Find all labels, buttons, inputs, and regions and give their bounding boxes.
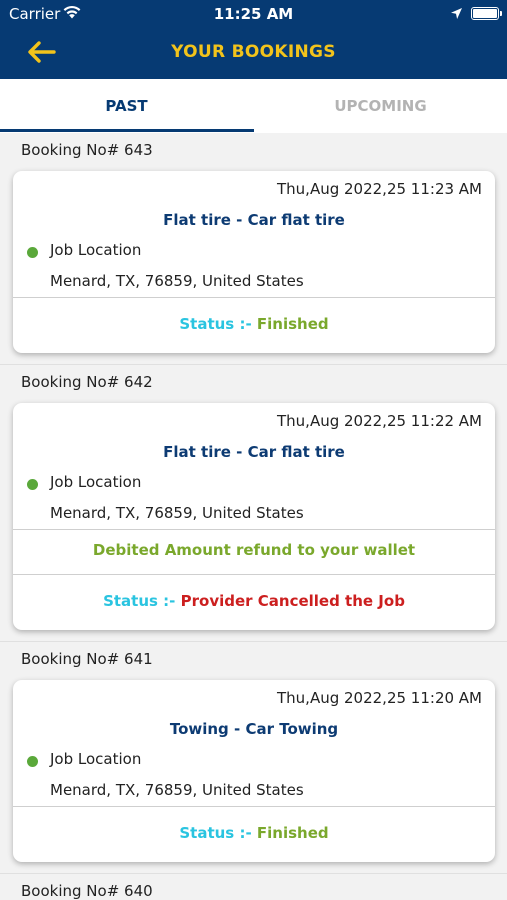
- booking-card[interactable]: Thu,Aug 2022,25 11:23 AM Flat tire - Car…: [13, 171, 495, 353]
- location-dot-icon: [27, 756, 38, 767]
- status-line: Status :- Finished: [13, 824, 495, 842]
- location-arrow-icon: [450, 6, 463, 24]
- list-separator: [0, 641, 507, 642]
- job-location-label: Job Location: [50, 241, 142, 259]
- booking-date: Thu,Aug 2022,25 11:20 AM: [277, 689, 482, 707]
- job-location-label: Job Location: [50, 473, 142, 491]
- page-title: YOUR BOOKINGS: [171, 42, 336, 62]
- list-separator: [0, 364, 507, 365]
- refund-note: Debited Amount refund to your wallet: [92, 541, 416, 559]
- booking-date: Thu,Aug 2022,25 11:22 AM: [277, 412, 482, 430]
- divider: [13, 574, 495, 575]
- status-bar: Carrier 11:25 AM: [0, 0, 507, 28]
- status-value: Finished: [256, 315, 329, 333]
- status-label: Status :-: [179, 315, 252, 333]
- service-title: Towing - Car Towing: [169, 720, 339, 738]
- booking-date: Thu,Aug 2022,25 11:23 AM: [277, 180, 482, 198]
- booking-number: Booking No# 642: [21, 373, 153, 391]
- location-dot-icon: [27, 247, 38, 258]
- status-line: Status :- Finished: [13, 315, 495, 333]
- divider: [13, 806, 495, 807]
- status-label: Status :-: [179, 824, 252, 842]
- tab-past[interactable]: PAST: [0, 79, 253, 133]
- tab-bar: PAST UPCOMING: [0, 79, 507, 133]
- booking-number: Booking No# 640: [21, 882, 153, 900]
- status-label: Status :-: [103, 592, 176, 610]
- battery-icon: [471, 7, 502, 20]
- booking-card[interactable]: Thu,Aug 2022,25 11:20 AM Towing - Car To…: [13, 680, 495, 862]
- divider: [13, 297, 495, 298]
- job-address: Menard, TX, 76859, United States: [50, 504, 304, 522]
- booking-card[interactable]: Thu,Aug 2022,25 11:22 AM Flat tire - Car…: [13, 403, 495, 630]
- divider: [13, 529, 495, 530]
- service-title: Flat tire - Car flat tire: [163, 211, 345, 229]
- status-value: Finished: [256, 824, 329, 842]
- list-separator: [0, 873, 507, 874]
- status-line: Status :- Provider Cancelled the Job: [13, 592, 495, 610]
- tab-upcoming[interactable]: UPCOMING: [254, 79, 507, 133]
- app-header: Carrier 11:25 AM YOUR BOOKINGS: [0, 0, 507, 79]
- job-location-label: Job Location: [50, 750, 142, 768]
- service-title: Flat tire - Car flat tire: [163, 443, 345, 461]
- job-address: Menard, TX, 76859, United States: [50, 272, 304, 290]
- booking-number: Booking No# 643: [21, 141, 153, 159]
- status-value: Provider Cancelled the Job: [180, 592, 405, 610]
- booking-number: Booking No# 641: [21, 650, 153, 668]
- job-address: Menard, TX, 76859, United States: [50, 781, 304, 799]
- tab-indicator: [0, 129, 254, 132]
- location-dot-icon: [27, 479, 38, 490]
- clock-time: 11:25 AM: [213, 5, 294, 23]
